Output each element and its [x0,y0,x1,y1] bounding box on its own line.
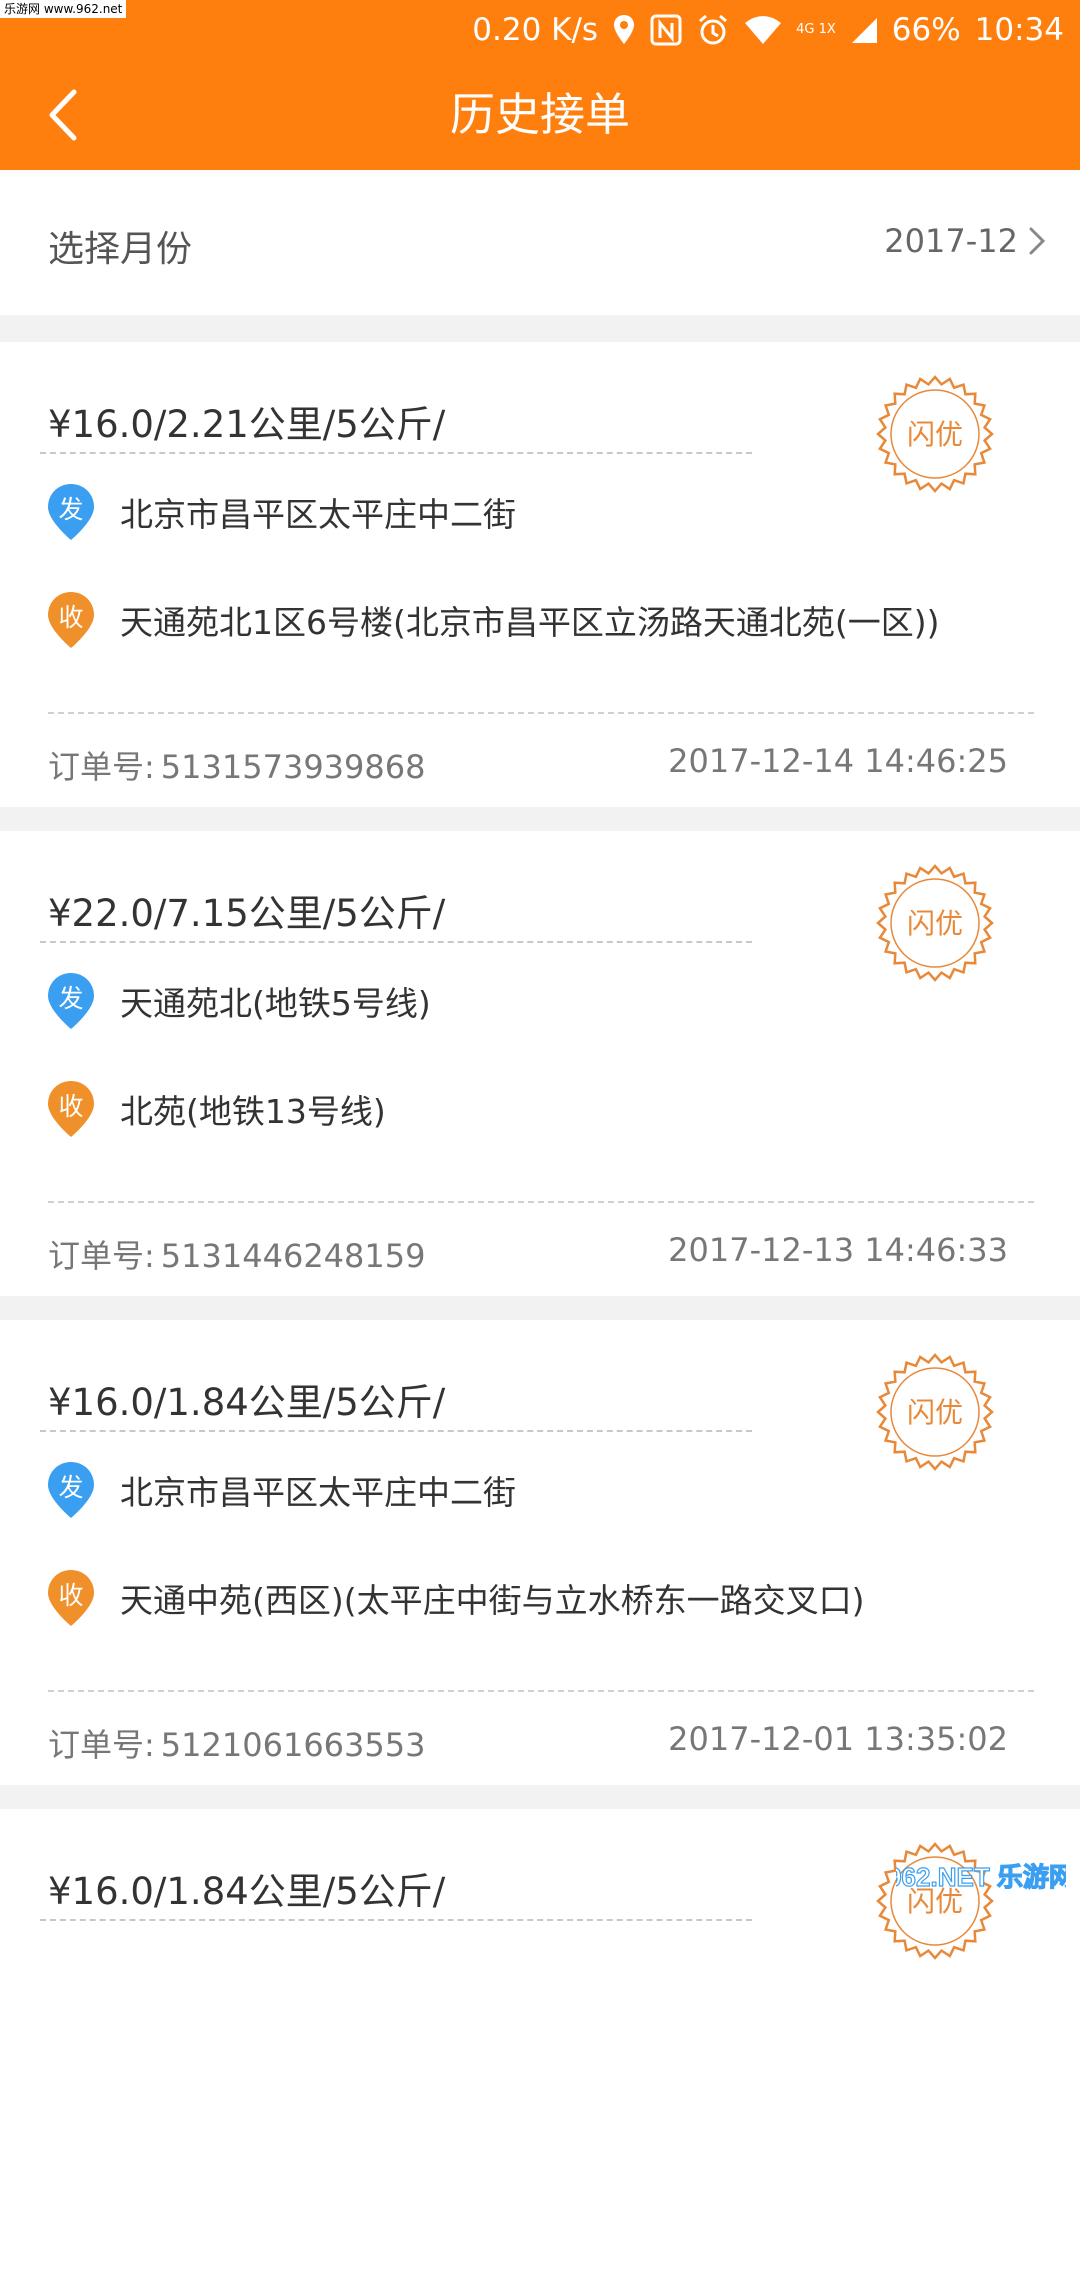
pickup-row: 发 北京市昌平区太平庄中二街 [46,1460,516,1520]
stamp-label: 闪优 [907,907,963,940]
dropoff-badge-label: 收 [58,1581,84,1610]
dropoff-row: 收 北苑(地铁13号线) [46,1079,386,1139]
alarm-icon [699,14,728,45]
divider [40,1919,752,1921]
order-number: 订单号: 5131573939868 [48,742,425,788]
order-summary: ¥22.0/7.15公里/5公斤/ [48,892,446,935]
dropoff-badge-label: 收 [58,603,84,632]
watermark-label: 乐游网 www.962.net [0,0,127,18]
status-icons: 0.20 K/s 4G 1X 66% 10:34 [472,8,1064,52]
pickup-pin: 发 [46,1460,96,1520]
back-button[interactable] [28,80,98,150]
pickup-row: 发 天通苑北(地铁5号线) [46,971,431,1031]
wifi-icon [745,16,782,44]
status-bar: 乐游网 www.962.net 0.20 K/s 4G 1X 66% 10:34 [0,0,1080,60]
pickup-row: 发 北京市昌平区太平庄中二街 [46,482,516,542]
order-number-label: 订单号: [48,1726,155,1764]
order-card[interactable]: ¥22.0/7.15公里/5公斤/闪优发 天通苑北(地铁5号线) 收 北苑(地铁13号… [0,831,1080,1296]
order-number-value: 5131573939868 [160,748,426,786]
corner-watermark: 962.NET 乐游网 [896,1861,1066,1892]
clock: 10:34 [974,12,1064,48]
dropoff-badge-label: 收 [58,1092,84,1121]
order-time: 2017-12-13 14:46:33 [668,1231,1008,1269]
order-summary: ¥16.0/1.84公里/5公斤/ [48,1381,446,1424]
pickup-badge-label: 发 [58,984,84,1013]
month-selector-value[interactable]: 2017-12 [884,222,1046,260]
corner-watermark-text: 962.NET 乐游网 [896,1862,1066,1892]
order-number-value: 5121061663553 [160,1726,426,1764]
dropoff-address: 天通苑北1区6号楼(北京市昌平区立汤路天通北苑(一区)) [120,603,940,642]
dropoff-row: 收 天通中苑(西区)(太平庄中街与立水桥东一路交叉口) [46,1568,865,1628]
order-number-label: 订单号: [48,1237,155,1275]
divider [40,1430,752,1432]
dropoff-pin: 收 [46,590,96,650]
nfc-icon [650,14,682,46]
dropoff-row: 收 天通苑北1区6号楼(北京市昌平区立汤路天通北苑(一区)) [46,590,940,650]
divider [48,1201,1034,1203]
month-selector[interactable]: 选择月份 2017-12 [0,170,1080,315]
chevron-left-icon [49,89,77,141]
divider [48,1690,1034,1692]
pickup-badge-label: 发 [58,1473,84,1502]
pickup-address: 北京市昌平区太平庄中二街 [120,1473,516,1512]
stamp-label: 闪优 [907,418,963,451]
pickup-pin: 发 [46,971,96,1031]
dropoff-pin: 收 [46,1568,96,1628]
app-header: 乐游网 www.962.net 0.20 K/s 4G 1X 66% 10:34… [0,0,1080,170]
chevron-right-icon [1029,227,1046,255]
page-title: 历史接单 [449,88,630,141]
shanyou-stamp-icon: 闪优 [876,864,994,982]
shanyou-stamp-icon: 闪优 [876,375,994,493]
pickup-badge-label: 发 [58,495,84,524]
selected-month: 2017-12 [884,222,1018,260]
month-selector-label: 选择月份 [48,229,193,270]
location-icon [614,15,635,44]
dropoff-address: 天通中苑(西区)(太平庄中街与立水桥东一路交叉口) [120,1581,865,1620]
order-time: 2017-12-14 14:46:25 [668,742,1008,780]
order-number-value: 5131446248159 [160,1237,426,1275]
order-number: 订单号: 5121061663553 [48,1720,425,1766]
order-card[interactable]: ¥16.0/1.84公里/5公斤/闪优发 北京市昌平区太平庄中二街收 天通中苑(西区… [0,1320,1080,1785]
dropoff-pin: 收 [46,1079,96,1139]
divider [40,941,752,943]
order-card[interactable]: ¥16.0/2.21公里/5公斤/闪优发 北京市昌平区太平庄中二街收 天通苑北1区6… [0,342,1080,807]
dropoff-address: 北苑(地铁13号线) [120,1092,386,1131]
shanyou-stamp-icon: 闪优 [876,1353,994,1471]
stamp-label: 闪优 [907,1396,963,1429]
pickup-pin: 发 [46,482,96,542]
pickup-address: 天通苑北(地铁5号线) [120,984,431,1023]
signal-icon [851,18,877,43]
order-summary: ¥16.0/1.84公里/5公斤/ [48,1870,446,1913]
pickup-address: 北京市昌平区太平庄中二街 [120,495,516,534]
order-time: 2017-12-01 13:35:02 [668,1720,1008,1758]
divider [48,712,1034,714]
network-speed: 0.20 K/s [472,12,599,48]
order-number: 订单号: 5131446248159 [48,1231,425,1277]
title-bar: 历史接单 [0,60,1080,170]
battery-level: 66% [891,12,961,48]
divider [40,452,752,454]
order-number-label: 订单号: [48,748,155,786]
network-type: 4G 1X [796,22,836,37]
order-summary: ¥16.0/2.21公里/5公斤/ [48,403,446,446]
